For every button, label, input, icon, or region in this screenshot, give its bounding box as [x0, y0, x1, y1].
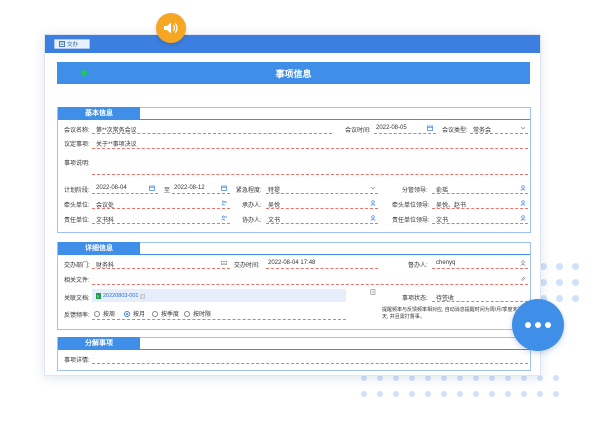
- dept-label: 交办部门:: [64, 263, 90, 269]
- supervisor-value: chenyq: [436, 260, 456, 266]
- more-button[interactable]: [512, 299, 564, 351]
- plan-end-value[interactable]: 2022-08-12: [174, 185, 205, 191]
- decompose-detail-label: 事项详情:: [64, 358, 90, 364]
- excel-file-icon: x: [96, 293, 101, 299]
- freq-label: 反馈频率:: [64, 313, 90, 319]
- top-toolbar: 交办: [45, 35, 540, 53]
- handler-label: 承办人:: [242, 203, 262, 209]
- document-icon: [59, 41, 65, 47]
- calendar-icon[interactable]: [149, 185, 155, 191]
- detail-info-section: 详细信息 交办部门: 财务科 交办时间: 2022-08-04 17:48 督办…: [57, 242, 531, 330]
- basic-info-section: 基本信息 会议名称: 第**次常务会议 会议时间: 2022-08-05 会议类…: [57, 107, 531, 233]
- page-title: 事项信息: [275, 68, 312, 79]
- freq-option-deadline[interactable]: 按时限: [184, 309, 211, 318]
- user-icon[interactable]: [370, 215, 376, 221]
- resp-unit-label: 责任单位:: [64, 218, 90, 224]
- keyboard-icon: [221, 260, 227, 266]
- freq-option-quarter[interactable]: 按季度: [152, 309, 179, 318]
- paperclip-icon[interactable]: [520, 275, 526, 281]
- status-dot: [81, 70, 87, 76]
- detail-info-header: 详细信息: [58, 242, 140, 254]
- basic-info-header: 基本信息: [58, 107, 140, 119]
- user-icon[interactable]: [520, 260, 526, 266]
- assign-button-label: 交办: [67, 42, 79, 48]
- svg-text:x: x: [97, 294, 99, 299]
- speaker-badge[interactable]: [156, 13, 186, 43]
- chevron-down-icon[interactable]: [370, 185, 376, 191]
- meeting-type-label: 会议类型:: [442, 128, 468, 134]
- calendar-icon[interactable]: [221, 185, 227, 191]
- more-dots-icon: [525, 322, 551, 328]
- remove-icon[interactable]: [140, 293, 146, 299]
- document-icon[interactable]: [370, 289, 376, 295]
- assign-time-label: 交办时间:: [234, 263, 260, 269]
- resp-leader-label: 责任单位领导:: [392, 218, 430, 224]
- status-label: 事项状态:: [402, 296, 428, 302]
- decompose-header: 分解事项: [58, 337, 140, 349]
- linked-doc-label: 关联文档:: [64, 296, 90, 302]
- plan-to-label: 至: [164, 188, 171, 194]
- user-icon[interactable]: [520, 185, 526, 191]
- plan-label: 计划阶段:: [64, 188, 90, 194]
- meeting-time-label: 会议时间:: [345, 128, 371, 134]
- user-icon[interactable]: [370, 200, 376, 206]
- topic-label: 议定事项:: [64, 142, 90, 148]
- freq-option-month[interactable]: 按月: [124, 309, 145, 318]
- speaker-icon: [164, 22, 178, 34]
- user-icon[interactable]: [520, 215, 526, 221]
- assign-button[interactable]: 交办: [54, 39, 90, 49]
- page-title-bar: 事项信息: [57, 62, 530, 84]
- plan-start-value[interactable]: 2022-08-04: [96, 185, 127, 191]
- description-label: 事项说明:: [64, 161, 90, 167]
- freq-option-week[interactable]: 按周: [94, 309, 115, 318]
- leader-label: 分管领导:: [402, 188, 428, 194]
- freq-note: 提醒频率与反馈频率相对应, 自动消息提醒时间为周/月/季度末前一天, 并且需打督…: [382, 307, 528, 320]
- urgency-label: 紧急程度:: [236, 188, 262, 194]
- calendar-icon[interactable]: [427, 125, 433, 131]
- matter-card: 交办 事项信息 基本信息 会议名称: 第**次常务会议 会议时间: 2022-0…: [44, 34, 541, 376]
- chevron-down-icon[interactable]: [520, 125, 526, 131]
- meeting-name-label: 会议名称:: [64, 128, 90, 134]
- user-icon[interactable]: [520, 200, 526, 206]
- linked-doc-value: 20220803-001: [103, 293, 139, 299]
- decompose-section: 分解事项 事项详情:: [57, 337, 531, 371]
- files-label: 相关文件:: [64, 278, 90, 284]
- linked-doc-file[interactable]: x 20220803-001: [96, 291, 146, 301]
- lead-unit-label: 牵头单位:: [64, 203, 90, 209]
- assist-label: 协办人:: [242, 218, 262, 224]
- meeting-time-value[interactable]: 2022-08-05: [376, 125, 407, 131]
- assign-time-value: 2022-08-04 17:48: [268, 260, 316, 266]
- org-icon[interactable]: [221, 215, 227, 221]
- topic-value: 关于**事项决议: [96, 142, 137, 148]
- lead-unit-leader-label: 牵头单位领导:: [392, 203, 430, 209]
- supervisor-label: 督办人:: [408, 263, 428, 269]
- org-icon[interactable]: [221, 200, 227, 206]
